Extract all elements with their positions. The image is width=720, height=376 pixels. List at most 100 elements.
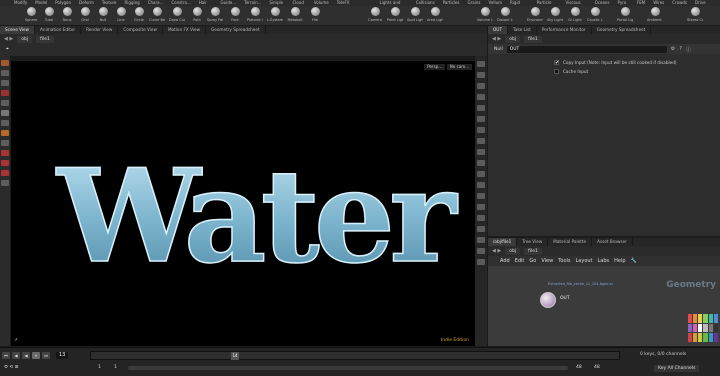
color-swatch[interactable] — [688, 323, 693, 333]
color-swatch[interactable] — [698, 314, 703, 323]
tab-asset-browser[interactable]: Asset Browser — [592, 238, 633, 246]
render-icon[interactable] — [1, 150, 9, 156]
sphere-tool[interactable]: Sphere — [23, 7, 39, 25]
color-swatch[interactable] — [713, 314, 718, 323]
point-light-tool[interactable]: Point Light — [387, 7, 403, 25]
tab-scene-view[interactable]: Scene View — [0, 26, 36, 34]
scale-icon[interactable] — [1, 90, 9, 96]
ambient-light-tool[interactable]: Ambient Light — [647, 7, 663, 25]
color-swatch[interactable] — [713, 323, 718, 333]
color-swatch[interactable] — [688, 333, 693, 342]
view-icon[interactable] — [1, 120, 9, 126]
light-bulb-icon[interactable] — [477, 193, 485, 199]
pause-button[interactable]: ⏸ — [32, 352, 40, 359]
draw-curve-tool[interactable]: Draw Curve — [169, 7, 185, 25]
net-menu-tools[interactable]: Tools — [558, 258, 570, 264]
path-node[interactable]: file1 — [36, 35, 54, 43]
camera-view-icon[interactable] — [477, 138, 485, 144]
platonic-tool[interactable]: Platonic Solids — [247, 7, 263, 25]
color-swatch[interactable] — [698, 323, 703, 333]
background-icon[interactable] — [477, 215, 485, 221]
select-icon[interactable] — [1, 60, 9, 66]
grid-tool[interactable]: Grid — [77, 7, 93, 25]
net-menu-add[interactable]: Add — [500, 258, 510, 264]
stereo-icon[interactable] — [477, 248, 485, 254]
copy-input-checkbox[interactable]: ✔ — [554, 60, 559, 66]
move-icon[interactable] — [1, 70, 9, 76]
tab-take-list[interactable]: Take List — [508, 26, 537, 34]
gear-icon[interactable]: ⚙ — [671, 46, 675, 52]
tab-obj-file1[interactable]: /obj/file1 — [488, 238, 518, 246]
flipbook-view-icon[interactable] — [477, 226, 485, 232]
portal-light-tool[interactable]: Portal Light — [617, 7, 633, 25]
tab-motion-fx-view[interactable]: Motion FX View — [163, 26, 207, 34]
color-swatch[interactable] — [708, 333, 713, 342]
font-tool[interactable]: Font — [227, 7, 243, 25]
start-frame-field-2[interactable]: 1 — [114, 365, 117, 370]
go-start-button[interactable]: ⏮ — [2, 352, 10, 359]
spot-light-tool[interactable]: Spot Light — [407, 7, 423, 25]
torus-tool[interactable]: Torus — [59, 7, 75, 25]
lighting-icon[interactable] — [477, 94, 485, 100]
tab-out[interactable]: OUT — [488, 26, 508, 34]
network-editor[interactable]: Add Edit Go View Tools Layout Labs Help … — [488, 256, 720, 346]
color-swatch[interactable] — [693, 314, 698, 323]
tab-geometry-spreadsheet[interactable]: Geometry Spreadsheet — [206, 26, 266, 34]
normals-icon[interactable] — [477, 116, 485, 122]
net-menu-go[interactable]: Go — [529, 258, 536, 264]
net-menu-view[interactable]: View — [541, 258, 553, 264]
select-tool-icon[interactable]: ⌖ — [6, 46, 9, 52]
start-frame-icons[interactable]: ⚙ ⟲ ⊞ — [4, 365, 18, 370]
volume-light-tool[interactable]: Volume Light — [477, 7, 493, 25]
texture-icon[interactable] — [477, 204, 485, 210]
color-swatch[interactable] — [708, 323, 713, 333]
current-frame-field[interactable]: 13 — [56, 352, 69, 359]
curve-bezier-tool[interactable]: Curve Bezier — [149, 7, 165, 25]
node-name-field[interactable]: OUT — [506, 45, 667, 53]
snap-icon[interactable] — [1, 140, 9, 146]
flipbook-icon[interactable] — [1, 170, 9, 176]
wireframe-icon[interactable] — [477, 72, 485, 78]
tab-material-palette[interactable]: Material Palette — [548, 238, 593, 246]
line-tool[interactable]: Line — [113, 7, 129, 25]
color-swatch[interactable] — [693, 333, 698, 342]
tab-geometry-spreadsheet-r[interactable]: Geometry Spreadsheet — [592, 26, 652, 34]
net-path-obj[interactable]: obj — [505, 247, 521, 255]
play-reverse-button[interactable]: ◀ — [22, 352, 30, 359]
param-path-obj[interactable]: obj — [505, 35, 521, 43]
spray-paint-tool[interactable]: Spray Paint — [207, 7, 223, 25]
tab-animation-editor[interactable]: Animation Editor — [35, 26, 82, 34]
handle-icon[interactable] — [1, 100, 9, 106]
display-options-icon[interactable] — [477, 61, 485, 67]
environment-light-tool[interactable]: Environment Light — [527, 7, 543, 25]
area-light-tool[interactable]: Area Light — [427, 7, 443, 25]
distant-light-tool[interactable]: Distant Light — [497, 7, 513, 25]
frame-icon[interactable] — [477, 160, 485, 166]
visibility-icon[interactable] — [477, 182, 485, 188]
info-icon[interactable]: ⓘ — [686, 46, 691, 53]
grid-icon[interactable] — [477, 127, 485, 133]
net-nav-arrows-icon[interactable]: ◀ ▶ — [492, 248, 501, 254]
null-tool[interactable]: Null — [95, 7, 111, 25]
nav-arrows-icon[interactable]: ◀ ▶ — [492, 36, 501, 42]
record-icon[interactable] — [1, 160, 9, 166]
playhead[interactable]: 14 — [231, 352, 239, 360]
net-menu-labs[interactable]: Labs — [598, 258, 610, 264]
color-swatch[interactable] — [703, 323, 708, 333]
go-end-button[interactable]: ⏭ — [42, 352, 50, 359]
lsystem-tool[interactable]: L-System — [267, 7, 283, 25]
back-arrow-icon[interactable]: ◀ ▶ — [4, 36, 13, 42]
camera-tool[interactable]: Camera — [367, 7, 383, 25]
file-tool[interactable]: File — [307, 7, 323, 25]
metaball-tool[interactable]: Metaball — [287, 7, 303, 25]
snapshot-icon[interactable] — [477, 237, 485, 243]
step-back-button[interactable]: ◀ — [12, 352, 20, 359]
wrench-icon[interactable]: 🔧 — [631, 258, 637, 264]
color-swatch[interactable] — [693, 323, 698, 333]
frame-ruler[interactable]: 14 — [90, 351, 620, 360]
end-frame-field-2[interactable]: 48 — [594, 365, 600, 370]
net-menu-layout[interactable]: Layout — [576, 258, 593, 264]
tab-render-view[interactable]: Render View — [81, 26, 119, 34]
net-path-node[interactable]: file1 — [524, 247, 542, 255]
settings-icon[interactable] — [1, 180, 9, 186]
